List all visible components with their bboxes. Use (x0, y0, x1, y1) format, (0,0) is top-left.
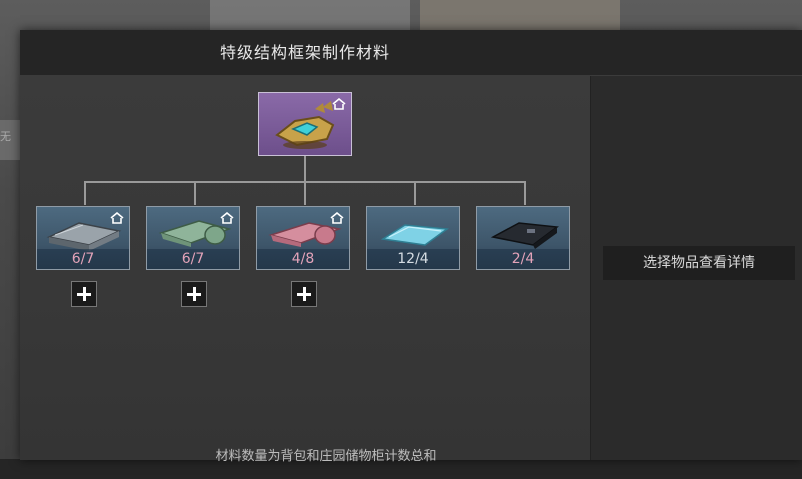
tree-connector (194, 181, 196, 205)
material-count: 6/7 (37, 249, 129, 269)
background-card (210, 0, 410, 30)
crafted-item-slot[interactable] (258, 92, 352, 156)
blue-sheet-icon (380, 224, 450, 246)
material-slot[interactable]: 6/7 (36, 206, 130, 270)
home-icon (220, 212, 234, 224)
home-icon (330, 212, 344, 224)
tree-connector (524, 181, 526, 205)
material-slot[interactable]: 4/8 (256, 206, 350, 270)
detail-hint: 选择物品查看详情 (603, 246, 795, 280)
add-material-button[interactable] (181, 281, 207, 307)
plus-icon (297, 293, 311, 296)
material-slot[interactable]: 12/4 (366, 206, 460, 270)
material-slot[interactable]: 6/7 (146, 206, 240, 270)
material-slot[interactable]: 2/4 (476, 206, 570, 270)
material-count: 6/7 (147, 249, 239, 269)
background-text: 无 (0, 130, 11, 143)
plus-icon (187, 293, 201, 296)
material-count: 12/4 (367, 249, 459, 269)
material-count: 2/4 (477, 249, 569, 269)
add-material-button[interactable] (71, 281, 97, 307)
modal-title: 特级结构框架制作材料 (219, 43, 390, 62)
tree-connector (304, 156, 306, 182)
modal-header: 特级结构框架制作材料 (20, 30, 802, 76)
tree-connector (84, 181, 86, 205)
tree-connector (304, 181, 306, 205)
detail-pane: 选择物品查看详情 (590, 76, 802, 460)
home-icon (110, 212, 124, 224)
background-card (420, 0, 620, 30)
add-material-button[interactable] (291, 281, 317, 307)
home-icon (332, 98, 346, 110)
plus-icon (77, 293, 91, 296)
material-count-footnote: 材料数量为背包和庄园储物柜计数总和 (215, 449, 437, 464)
black-fabric-icon (490, 222, 559, 249)
crafting-materials-modal: 特级结构框架制作材料 选择物品查看详情 6/7 6/7 4/8 12/4 2/4… (20, 30, 802, 464)
material-count: 4/8 (257, 249, 349, 269)
tree-connector (414, 181, 416, 205)
